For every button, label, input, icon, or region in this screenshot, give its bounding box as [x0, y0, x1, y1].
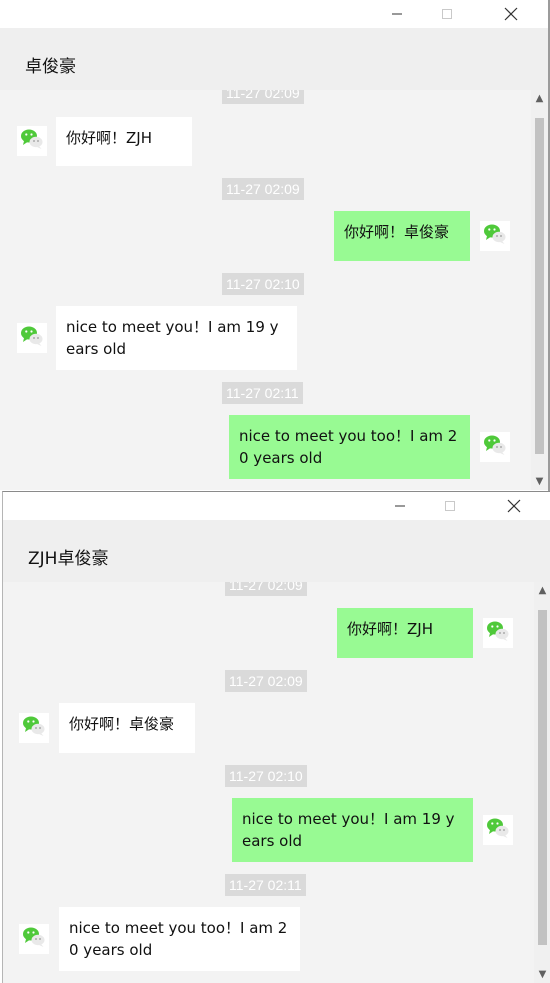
- timestamp: 11-27 02:09: [222, 178, 304, 200]
- minimize-button[interactable]: [374, 0, 420, 28]
- chat-header: 卓俊豪: [0, 28, 548, 90]
- title-bar: [3, 492, 550, 520]
- scroll-down-arrow-icon[interactable]: ▼: [534, 966, 550, 983]
- timestamp: 11-27 02:09: [222, 90, 304, 104]
- timestamp: 11-27 02:11: [225, 874, 306, 896]
- scroll-up-arrow-icon[interactable]: ▲: [531, 90, 548, 107]
- scroll-thumb[interactable]: [538, 610, 547, 945]
- scroll-thumb[interactable]: [535, 118, 544, 454]
- wechat-logo-icon: [20, 128, 44, 154]
- avatar[interactable]: [17, 126, 47, 156]
- wechat-logo-icon: [483, 434, 507, 460]
- avatar[interactable]: [480, 221, 510, 251]
- wechat-logo-icon: [22, 715, 46, 741]
- avatar[interactable]: [19, 924, 49, 954]
- message-list[interactable]: 11-27 02:09 你好啊！ZJH 11-27 02:09 你好啊！卓俊豪 …: [0, 90, 531, 490]
- maximize-icon: [442, 9, 452, 19]
- timestamp: 11-27 02:11: [222, 382, 303, 404]
- outgoing-message[interactable]: 你好啊！卓俊豪: [334, 211, 470, 261]
- scroll-up-arrow-icon[interactable]: ▲: [534, 582, 550, 599]
- minimize-icon: [395, 505, 405, 507]
- maximize-button[interactable]: [424, 0, 470, 28]
- outgoing-message[interactable]: nice to meet you too！I am 20 years old: [229, 415, 470, 479]
- maximize-icon: [445, 501, 455, 511]
- vertical-scrollbar[interactable]: ▲ ▼: [531, 90, 548, 490]
- incoming-message[interactable]: nice to meet you too！I am 20 years old: [59, 907, 300, 971]
- scroll-down-arrow-icon[interactable]: ▼: [531, 473, 548, 490]
- timestamp: 11-27 02:09: [225, 582, 307, 596]
- avatar[interactable]: [483, 815, 513, 845]
- wechat-logo-icon: [22, 926, 46, 952]
- wechat-logo-icon: [486, 620, 510, 646]
- vertical-scrollbar[interactable]: ▲ ▼: [534, 582, 550, 983]
- avatar[interactable]: [19, 713, 49, 743]
- message-list[interactable]: 11-27 02:09 你好啊！ZJH 11-27 02:09 你好啊！卓俊豪 …: [3, 582, 534, 983]
- chat-header: ZJH卓俊豪: [3, 520, 550, 582]
- maximize-button[interactable]: [427, 492, 473, 520]
- avatar[interactable]: [480, 432, 510, 462]
- wechat-logo-icon: [20, 325, 44, 351]
- wechat-logo-icon: [486, 817, 510, 843]
- close-button[interactable]: [491, 492, 537, 520]
- close-icon: [504, 7, 518, 21]
- avatar[interactable]: [17, 323, 47, 353]
- close-button[interactable]: [488, 0, 534, 28]
- minimize-icon: [392, 13, 402, 15]
- minimize-button[interactable]: [377, 492, 423, 520]
- incoming-message[interactable]: 你好啊！卓俊豪: [59, 703, 195, 753]
- title-bar: [0, 0, 548, 28]
- close-icon: [507, 499, 521, 513]
- timestamp: 11-27 02:10: [225, 765, 307, 787]
- contact-name: 卓俊豪: [25, 57, 76, 77]
- incoming-message[interactable]: nice to meet you！I am 19 years old: [56, 306, 297, 370]
- wechat-logo-icon: [483, 223, 507, 249]
- timestamp: 11-27 02:09: [225, 670, 307, 692]
- incoming-message[interactable]: 你好啊！ZJH: [56, 117, 192, 166]
- chat-window-2: ZJH卓俊豪 11-27 02:09 你好啊！ZJH 11-27 02:09 你…: [2, 491, 550, 983]
- chat-window-1: 卓俊豪 11-27 02:09 你好啊！ZJH 11-27 02:09 你好啊！…: [0, 0, 548, 490]
- avatar[interactable]: [483, 618, 513, 648]
- outgoing-message[interactable]: 你好啊！ZJH: [337, 608, 473, 658]
- outgoing-message[interactable]: nice to meet you！I am 19 years old: [232, 798, 473, 862]
- timestamp: 11-27 02:10: [222, 273, 304, 295]
- contact-name: ZJH卓俊豪: [28, 549, 109, 569]
